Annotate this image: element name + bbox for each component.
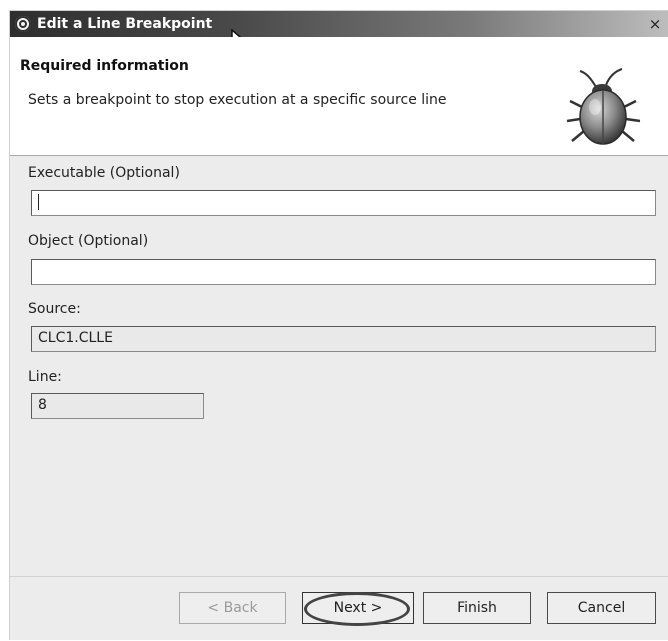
- object-label: Object (Optional): [28, 233, 149, 249]
- line-value: 8: [38, 397, 47, 413]
- object-input[interactable]: [31, 259, 656, 285]
- next-button[interactable]: Next >: [302, 592, 414, 624]
- executable-label: Executable (Optional): [28, 165, 180, 181]
- button-bar: < Back Next > Finish Cancel: [10, 576, 668, 640]
- source-value: CLC1.CLLE: [38, 330, 113, 346]
- back-button[interactable]: < Back: [179, 592, 286, 624]
- banner-title: Required information: [20, 58, 189, 74]
- cancel-button[interactable]: Cancel: [547, 592, 656, 624]
- source-field: CLC1.CLLE: [31, 326, 656, 352]
- text-caret: [38, 194, 39, 210]
- executable-input[interactable]: [31, 190, 656, 216]
- source-label: Source:: [28, 301, 81, 317]
- app-icon: [15, 16, 31, 32]
- bug-icon: [566, 68, 641, 145]
- window-title: Edit a Line Breakpoint: [37, 16, 213, 32]
- edit-line-breakpoint-dialog: Edit a Line Breakpoint × Required inform…: [9, 10, 668, 640]
- line-label: Line:: [28, 369, 62, 385]
- finish-button[interactable]: Finish: [423, 592, 531, 624]
- line-field: 8: [31, 393, 204, 419]
- title-bar[interactable]: Edit a Line Breakpoint ×: [10, 11, 668, 37]
- banner-description: Sets a breakpoint to stop execution at a…: [28, 92, 447, 108]
- header-banner: Required information Sets a breakpoint t…: [10, 37, 668, 156]
- close-button[interactable]: ×: [646, 15, 664, 33]
